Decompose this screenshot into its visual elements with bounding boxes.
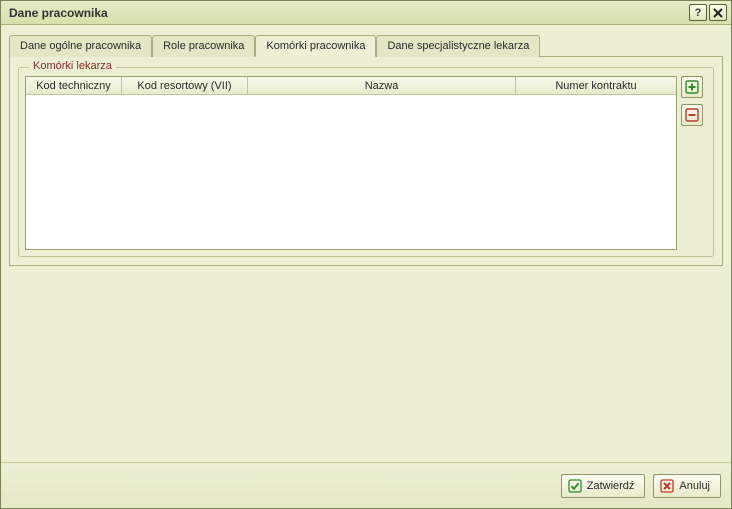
group-inner: Kod techniczny Kod resortowy (VII) Nazwa…: [25, 76, 707, 250]
confirm-button[interactable]: Zatwierdź: [561, 474, 646, 498]
tab-dane-ogolne[interactable]: Dane ogólne pracownika: [9, 35, 152, 57]
window: Dane pracownika ? Dane ogólne pracownika…: [0, 0, 732, 509]
client-area: Dane ogólne pracownika Role pracownika K…: [1, 25, 731, 462]
side-buttons: [681, 76, 707, 250]
col-label: Kod techniczny: [36, 80, 111, 92]
col-nazwa[interactable]: Nazwa: [248, 77, 516, 94]
window-title: Dane pracownika: [9, 6, 687, 20]
spacer: [9, 266, 723, 462]
group-komorki-lekarza: Komórki lekarza Kod techniczny Kod resor…: [18, 67, 714, 257]
plus-icon: [685, 80, 699, 94]
table: Kod techniczny Kod resortowy (VII) Nazwa…: [25, 76, 677, 250]
tab-label: Dane specjalistyczne lekarza: [387, 40, 529, 52]
x-icon: [660, 479, 674, 493]
cancel-button[interactable]: Anuluj: [653, 474, 721, 498]
col-label: Nazwa: [365, 80, 399, 92]
button-label: Anuluj: [679, 480, 710, 492]
titlebar: Dane pracownika ?: [1, 1, 731, 25]
tab-label: Role pracownika: [163, 40, 244, 52]
tab-row: Dane ogólne pracownika Role pracownika K…: [9, 35, 723, 56]
col-label: Numer kontraktu: [555, 80, 636, 92]
remove-button[interactable]: [681, 104, 703, 126]
help-button[interactable]: ?: [689, 4, 707, 21]
tab-role[interactable]: Role pracownika: [152, 35, 255, 57]
tab-label: Dane ogólne pracownika: [20, 40, 141, 52]
check-icon: [568, 479, 582, 493]
group-legend: Komórki lekarza: [29, 60, 116, 72]
tab-page: Komórki lekarza Kod techniczny Kod resor…: [9, 56, 723, 266]
tab-label: Komórki pracownika: [266, 40, 365, 52]
footer: Zatwierdź Anuluj: [1, 462, 731, 508]
col-numer-kontraktu[interactable]: Numer kontraktu: [516, 77, 676, 94]
close-button[interactable]: [709, 4, 727, 21]
minus-icon: [685, 108, 699, 122]
col-kod-techniczny[interactable]: Kod techniczny: [26, 77, 122, 94]
table-body[interactable]: [26, 95, 676, 249]
col-kod-resortowy[interactable]: Kod resortowy (VII): [122, 77, 248, 94]
tab-komorki[interactable]: Komórki pracownika: [255, 35, 376, 57]
button-label: Zatwierdź: [587, 480, 635, 492]
table-header: Kod techniczny Kod resortowy (VII) Nazwa…: [26, 77, 676, 95]
tab-dane-specjalistyczne[interactable]: Dane specjalistyczne lekarza: [376, 35, 540, 57]
add-button[interactable]: [681, 76, 703, 98]
col-label: Kod resortowy (VII): [137, 80, 231, 92]
svg-text:?: ?: [695, 7, 702, 18]
